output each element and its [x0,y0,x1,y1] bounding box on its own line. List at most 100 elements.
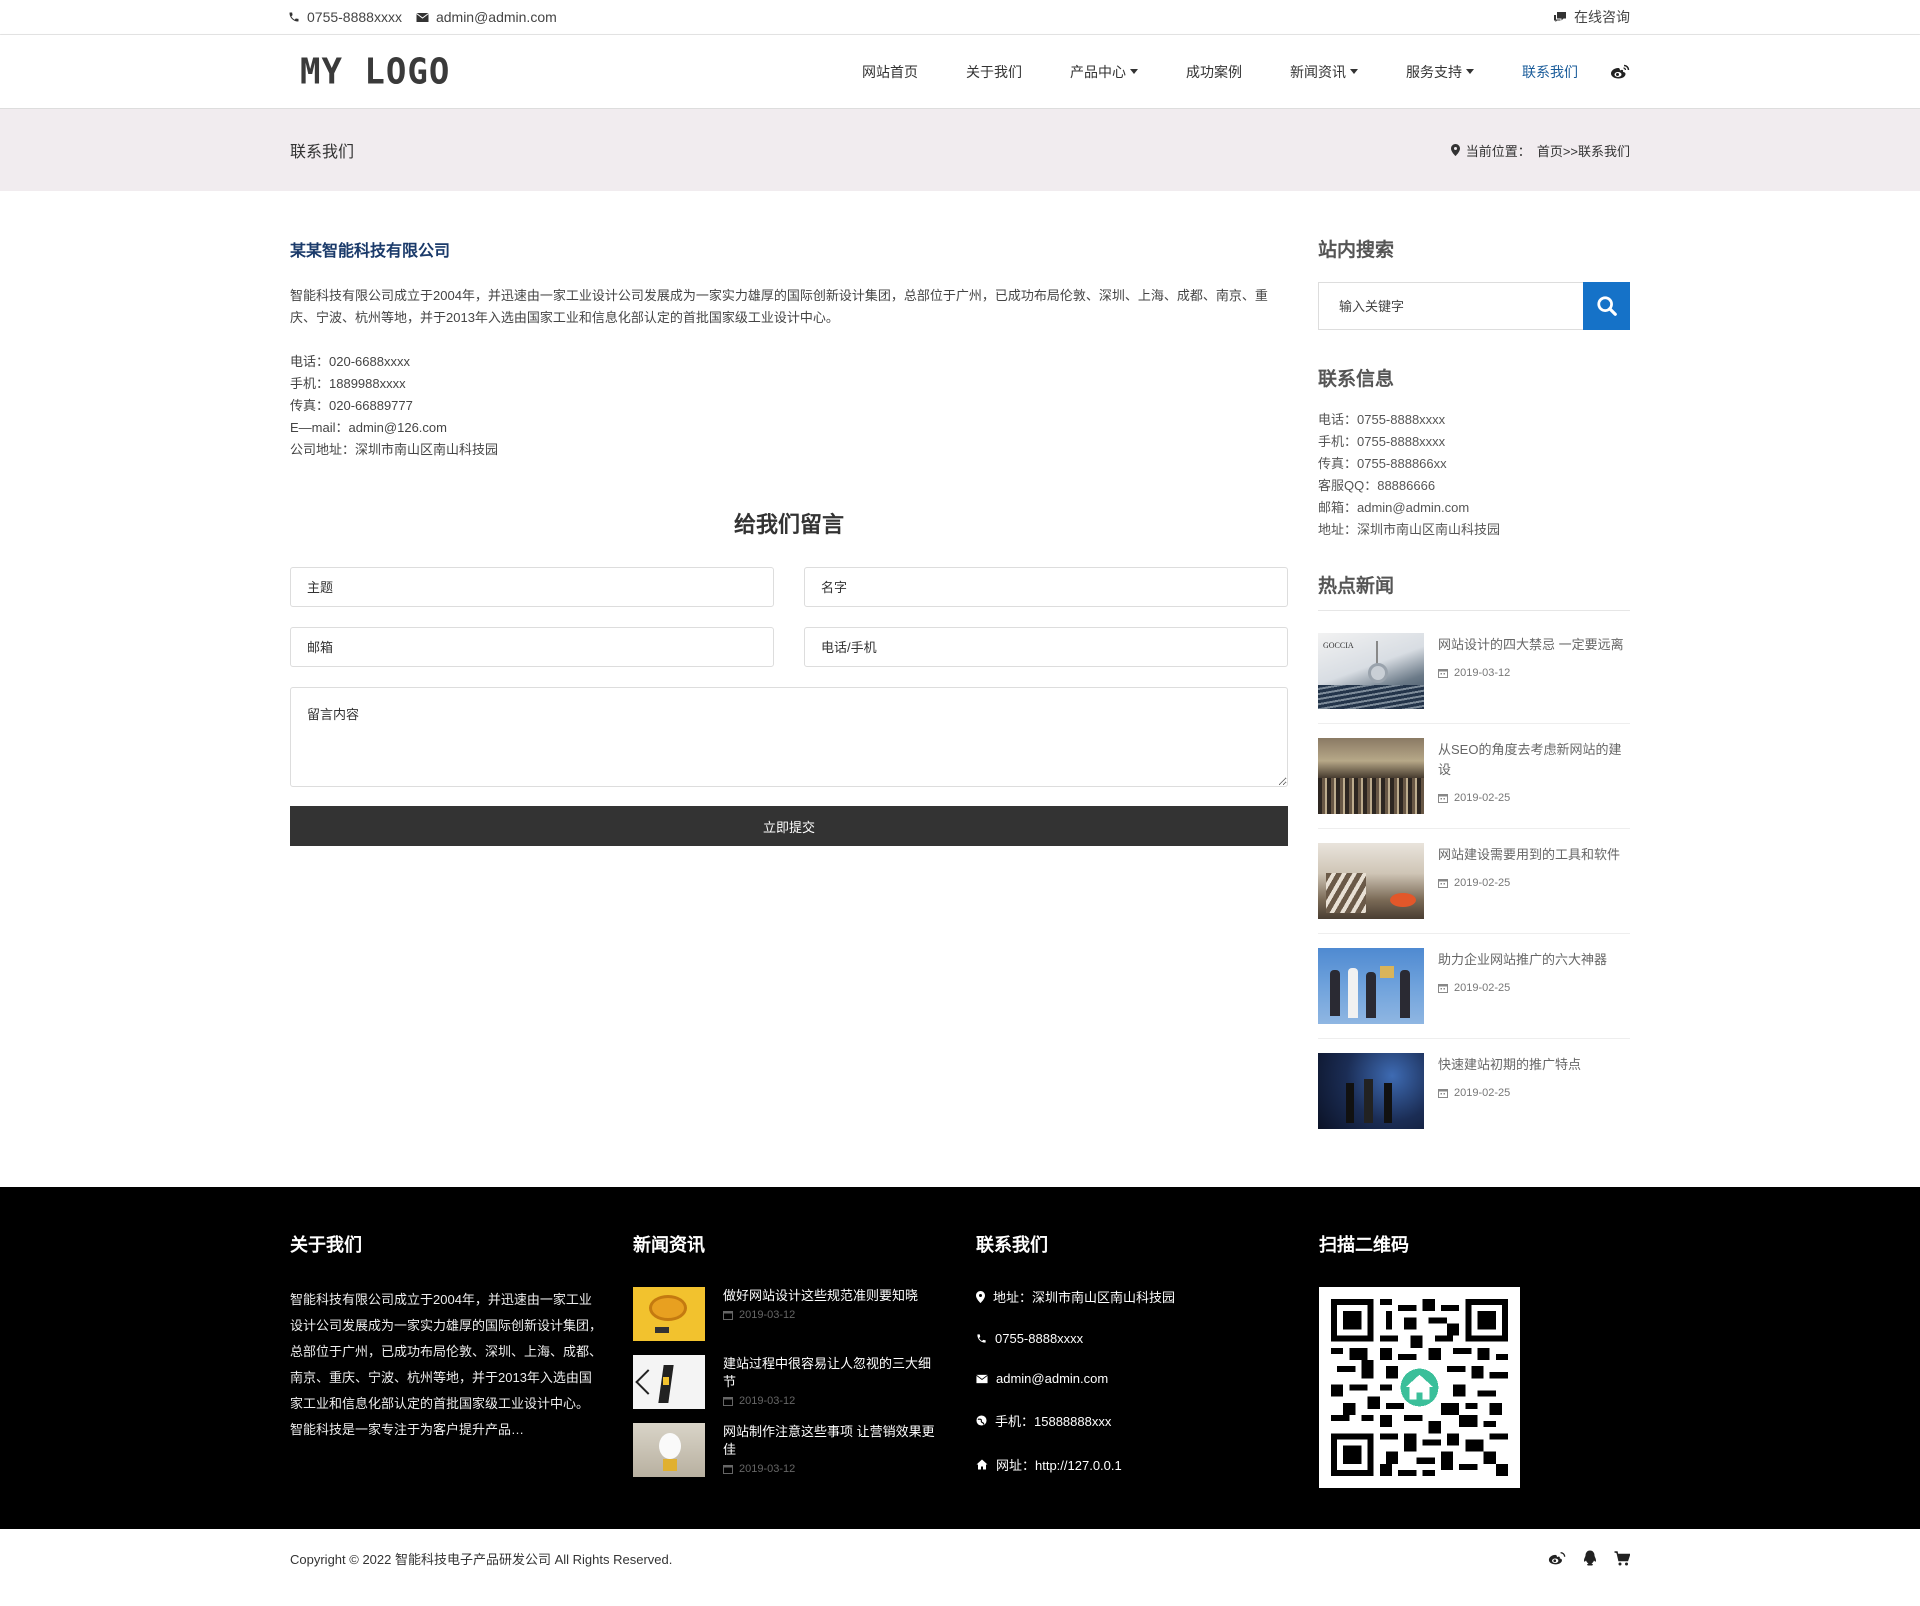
footer-news-item[interactable]: 做好网站设计这些规范准则要知晓 2019-03-12 [633,1287,976,1341]
search-button[interactable] [1583,282,1630,330]
nav-products-label: 产品中心 [1070,63,1126,80]
footer-news-date-text: 2019-03-12 [739,1463,796,1475]
hot-news-thumb[interactable] [1318,948,1424,1024]
phone-input[interactable] [804,627,1288,667]
hot-news-list: GOCCIA 网站设计的四大禁忌 一定要远离 2019-03-12 从SEO的角… [1318,633,1630,1143]
search-title: 站内搜索 [1318,240,1395,261]
online-consult-label: 在线咨询 [1574,9,1630,25]
nav-news[interactable]: 新闻资讯 [1266,62,1382,82]
footer-news-thumb[interactable] [633,1355,705,1409]
search-input[interactable] [1318,282,1583,330]
home-icon [976,1459,988,1470]
caret-down-icon [1130,69,1138,74]
hot-news-title-text[interactable]: 助力企业网站推广的六大神器 [1438,950,1630,970]
footer-news-item[interactable]: 建站过程中很容易让人忽视的三大细节 2019-03-12 [633,1355,976,1409]
footer-contact-email[interactable]: admin@admin.com [976,1371,1319,1386]
calendar-icon [1438,878,1448,888]
main-nav: 网站首页 关于我们 产品中心 成功案例 新闻资讯 服务支持 联系我们 [838,62,1630,82]
side-address: 地址：深圳市南山区南山科技园 [1318,522,1501,537]
cart-icon[interactable] [1614,1550,1630,1566]
qq-icon[interactable] [1582,1550,1598,1567]
hot-news-thumb[interactable]: GOCCIA [1318,633,1424,709]
nav-products[interactable]: 产品中心 [1046,62,1162,82]
hot-news-item[interactable]: 快速建站初期的推广特点 2019-02-25 [1318,1053,1630,1143]
footer-contact-mobile: 手机：15888888xxx [976,1411,1319,1430]
weibo-icon[interactable] [1548,1551,1566,1566]
info-address: 公司地址：深圳市南山区南山科技园 [290,442,499,457]
email-input[interactable] [290,627,774,667]
footer-about-title: 关于我们 [290,1235,362,1255]
footer-address-text: 地址：深圳市南山区南山科技园 [993,1290,1176,1305]
top-email[interactable]: admin@admin.com [416,9,557,25]
hot-news-item[interactable]: 助力企业网站推广的六大神器 2019-02-25 [1318,948,1630,1039]
hot-news-item[interactable]: GOCCIA 网站设计的四大禁忌 一定要远离 2019-03-12 [1318,633,1630,724]
hot-news-text: 网站设计的四大禁忌 一定要远离 2019-03-12 [1438,633,1630,709]
calendar-icon [723,1396,733,1406]
top-phone: 0755-8888xxxx [288,9,402,25]
hot-news-title-text[interactable]: 网站设计的四大禁忌 一定要远离 [1438,635,1630,655]
footer-contact-phone: 0755-8888xxxx [976,1331,1319,1346]
message-textarea[interactable] [290,687,1288,787]
footer-news-thumb[interactable] [633,1287,705,1341]
site-logo[interactable]: MY LOGO [290,51,450,93]
company-info: 电话：020-6688xxxx 手机：1889988xxxx 传真：020-66… [290,351,1288,461]
nav-contact[interactable]: 联系我们 [1498,62,1602,82]
hot-news-title-text[interactable]: 从SEO的角度去考虑新网站的建设 [1438,740,1630,780]
name-input[interactable] [804,567,1288,607]
hot-news-text: 网站建设需要用到的工具和软件 2019-02-25 [1438,843,1630,919]
footer-about: 关于我们 智能科技有限公司成立于2004年，并迅速由一家工业设计公司发展成为一家… [290,1231,633,1499]
online-consult[interactable]: 在线咨询 [1553,7,1630,27]
calendar-icon [1438,668,1448,678]
footer-news-date-text: 2019-03-12 [739,1309,796,1321]
breadcrumb-prefix: 当前位置： [1465,143,1531,159]
thumb-caption: GOCCIA [1323,641,1354,650]
footer-about-text: 智能科技有限公司成立于2004年，并迅速由一家工业设计公司发展成为一家实力雄厚的… [290,1292,603,1437]
globe-icon [976,1415,987,1426]
hot-news-thumb[interactable] [1318,1053,1424,1129]
footer-news-title-text[interactable]: 建站过程中很容易让人忽视的三大细节 [723,1355,935,1391]
page-title: 联系我们 [290,144,355,161]
footer-news-title-text[interactable]: 网站制作注意这些事项 让营销效果更佳 [723,1423,935,1459]
nav-support[interactable]: 服务支持 [1382,62,1498,82]
caret-down-icon [1350,69,1358,74]
hot-news-date: 2019-02-25 [1438,792,1630,804]
footer-contact: 联系我们 地址：深圳市南山区南山科技园 0755-8888xxxx admin@… [976,1231,1319,1499]
nav-support-label: 服务支持 [1406,63,1462,80]
nav-cases[interactable]: 成功案例 [1162,62,1266,82]
footer-news-date: 2019-03-12 [723,1463,935,1475]
hot-news-item[interactable]: 从SEO的角度去考虑新网站的建设 2019-02-25 [1318,738,1630,829]
site-footer: 关于我们 智能科技有限公司成立于2004年，并迅速由一家工业设计公司发展成为一家… [0,1187,1920,1529]
nav-news-label: 新闻资讯 [1290,63,1346,80]
hot-news-title-text[interactable]: 快速建站初期的推广特点 [1438,1055,1630,1075]
submit-button[interactable]: 立即提交 [290,806,1288,846]
side-mobile: 手机：0755-8888xxxx [1318,434,1446,449]
hot-news-item[interactable]: 网站建设需要用到的工具和软件 2019-02-25 [1318,843,1630,934]
breadcrumb-path[interactable]: 首页>>联系我们 [1537,141,1630,160]
hot-news-title-text[interactable]: 网站建设需要用到的工具和软件 [1438,845,1630,865]
footer-news-title-text[interactable]: 做好网站设计这些规范准则要知晓 [723,1287,935,1305]
hot-news-text: 快速建站初期的推广特点 2019-02-25 [1438,1053,1630,1129]
calendar-icon [1438,983,1448,993]
footer-qr-title: 扫描二维码 [1319,1235,1409,1255]
site-header: MY LOGO 网站首页 关于我们 产品中心 成功案例 新闻资讯 服务支持 联系… [0,35,1920,109]
phone-icon [288,11,300,23]
footer-news-item[interactable]: 网站制作注意这些事项 让营销效果更佳 2019-03-12 [633,1423,976,1477]
hot-news-thumb[interactable] [1318,843,1424,919]
map-marker-icon [976,1290,985,1303]
info-mobile: 手机：1889988xxxx [290,376,406,391]
calendar-icon [723,1310,733,1320]
footer-news-date-text: 2019-03-12 [739,1395,796,1407]
map-marker-icon [1450,144,1460,156]
nav-home[interactable]: 网站首页 [838,62,942,82]
hot-news-date-text: 2019-02-25 [1454,1087,1511,1099]
footer-news-thumb[interactable] [633,1423,705,1477]
search-icon [1596,295,1618,317]
subject-input[interactable] [290,567,774,607]
weibo-icon[interactable] [1602,64,1630,80]
nav-about[interactable]: 关于我们 [942,62,1046,82]
content-column: 某某智能科技有限公司 智能科技有限公司成立于2004年，并迅速由一家工业设计公司… [290,235,1288,1157]
footer-contact-website[interactable]: 网址：http://127.0.0.1 [976,1455,1319,1474]
hot-news-thumb[interactable] [1318,738,1424,814]
info-phone: 电话：020-6688xxxx [290,354,410,369]
qr-code [1319,1287,1520,1488]
